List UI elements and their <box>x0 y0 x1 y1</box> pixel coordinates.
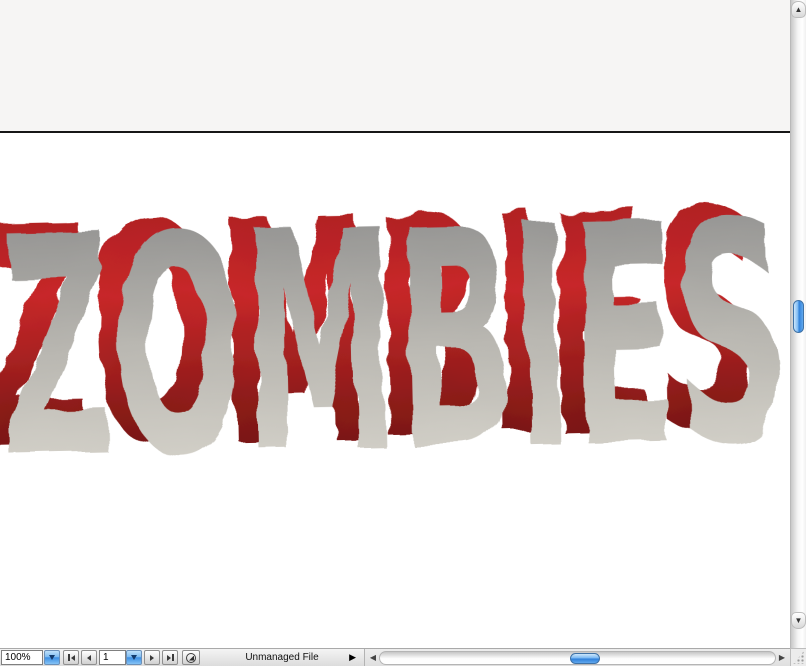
file-status-area[interactable]: Unmanaged File ▶ <box>202 649 362 666</box>
previous-page-button[interactable] <box>81 650 97 665</box>
file-status-label: Unmanaged File <box>245 652 319 663</box>
vertical-scrollbar[interactable]: ▲ ▼ <box>790 0 806 648</box>
scroll-up-button[interactable]: ▲ <box>791 1 806 18</box>
up-arrow-icon: ▲ <box>794 5 803 14</box>
horizontal-scrollbar[interactable]: ◀ ▶ <box>364 648 790 666</box>
next-page-button[interactable] <box>144 650 160 665</box>
resize-grip-icon <box>793 651 804 664</box>
artwork-face-text: ZOMBIES <box>0 159 790 526</box>
scroll-right-button[interactable]: ▶ <box>776 653 788 662</box>
scroll-left-button[interactable]: ◀ <box>367 653 379 662</box>
document-canvas[interactable]: ZOMBIES ZOMBIES <box>0 0 790 648</box>
version-cue-icon <box>186 652 196 663</box>
page-number-value: 1 <box>103 652 109 663</box>
scroll-down-button[interactable]: ▼ <box>791 612 806 629</box>
down-arrow-icon: ▼ <box>794 616 803 625</box>
horizontal-scroll-track[interactable] <box>379 650 776 665</box>
next-page-icon <box>150 654 154 661</box>
page-number-field[interactable]: 1 <box>99 650 126 665</box>
document-window: ZOMBIES ZOMBIES ▲ ▼ 100% 1 Unmanaged Fil… <box>0 0 806 666</box>
version-cue-button[interactable] <box>182 650 200 665</box>
previous-page-icon <box>87 654 91 661</box>
vertical-scroll-thumb[interactable] <box>793 300 804 333</box>
pasteboard-area <box>0 0 790 133</box>
status-flyout-arrow-icon[interactable]: ▶ <box>349 652 356 663</box>
zoom-level-field[interactable]: 100% <box>1 650 43 665</box>
dropdown-arrow-icon <box>131 655 137 660</box>
first-page-icon <box>70 654 75 661</box>
first-page-button[interactable] <box>63 650 79 665</box>
window-resize-grip[interactable] <box>790 648 806 666</box>
zoom-level-value: 100% <box>5 652 31 663</box>
zoom-dropdown-button[interactable] <box>44 650 60 665</box>
page-dropdown-button[interactable] <box>126 650 142 665</box>
zombies-artwork[interactable]: ZOMBIES ZOMBIES <box>0 148 790 526</box>
horizontal-scroll-thumb[interactable] <box>569 652 600 664</box>
dropdown-arrow-icon <box>49 655 55 660</box>
last-page-button[interactable] <box>162 650 178 665</box>
status-bar: 100% 1 Unmanaged File ▶ ◀ ▶ <box>0 648 790 666</box>
last-page-icon <box>166 654 171 661</box>
